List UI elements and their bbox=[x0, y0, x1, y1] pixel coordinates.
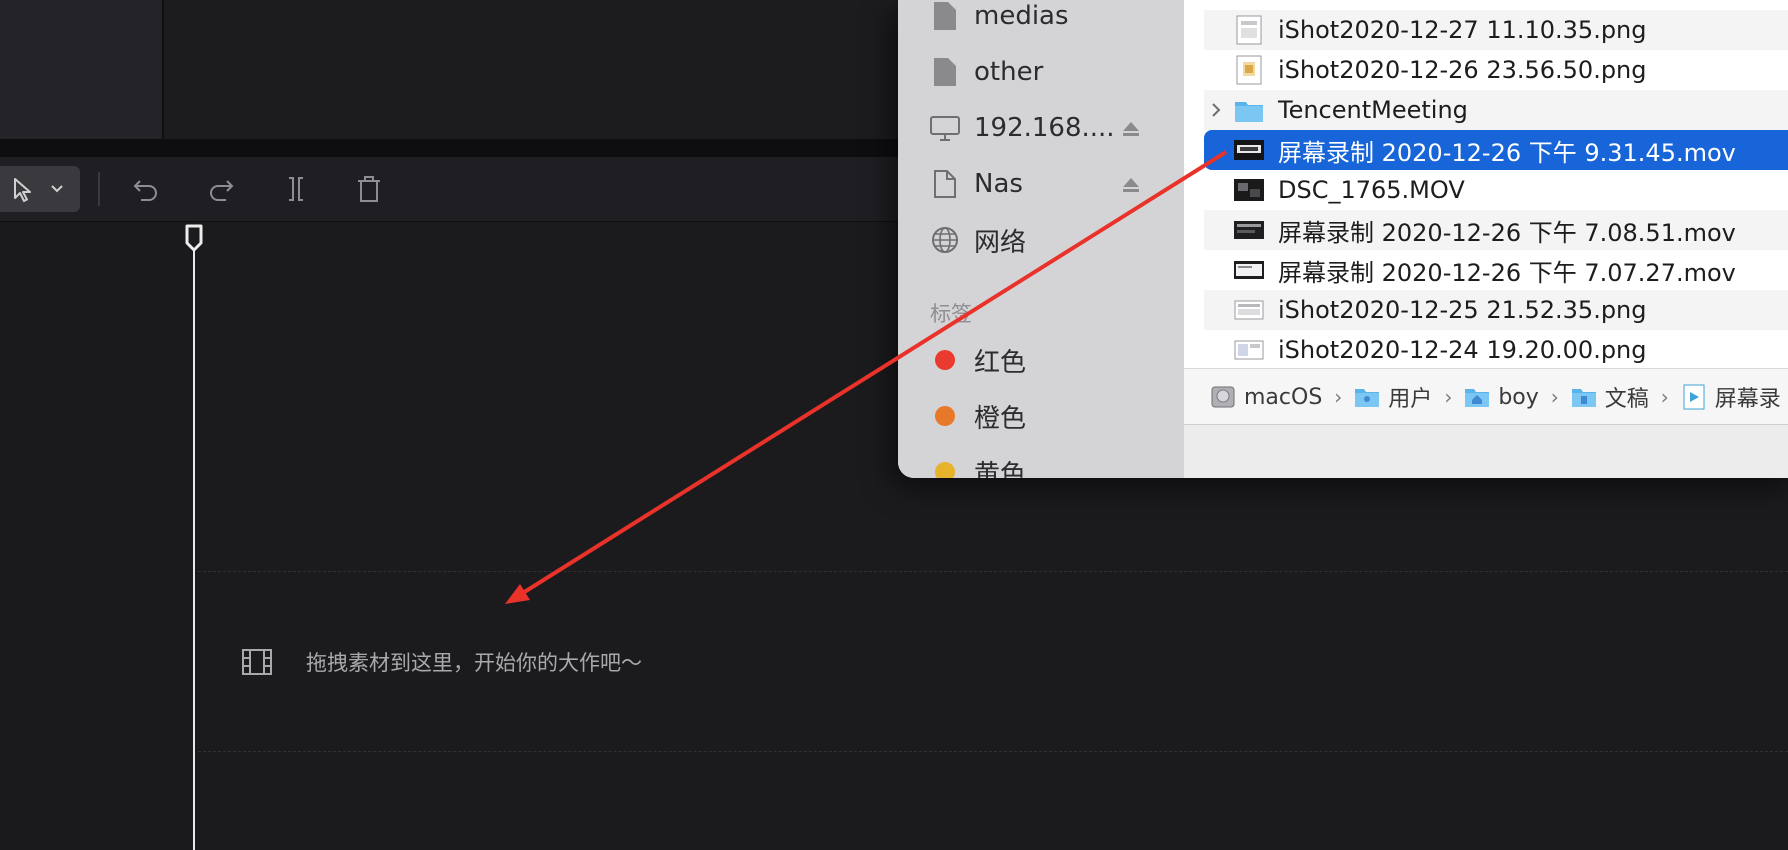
eject-icon[interactable] bbox=[1120, 174, 1142, 196]
folder-name: TencentMeeting bbox=[1278, 96, 1468, 124]
file-name: iShot2020-12-27 11.10.35.png bbox=[1278, 16, 1647, 44]
file-name: 屏幕录制 2020-12-26 下午 7.08.51.mov bbox=[1278, 218, 1736, 247]
file-name: iShot2020-12-25 21.52.35.png bbox=[1278, 296, 1647, 324]
folder-icon bbox=[1571, 389, 1596, 407]
path-separator: › bbox=[1444, 385, 1453, 409]
folder-icon bbox=[1355, 389, 1380, 407]
track-header-column bbox=[0, 222, 194, 850]
sidebar-item-network-share[interactable]: 192.168.... bbox=[928, 108, 1115, 148]
redo-button[interactable] bbox=[201, 169, 241, 209]
select-tool-button[interactable] bbox=[0, 166, 80, 212]
movie-file-icon bbox=[1683, 384, 1705, 410]
redo-icon bbox=[210, 180, 234, 201]
sidebar-item-other[interactable]: other bbox=[928, 52, 1043, 92]
undo-button[interactable] bbox=[126, 169, 166, 209]
list-item[interactable]: iShot2020-12-27 11.10.35.png bbox=[1204, 10, 1788, 50]
path-crumb-boy[interactable]: boy bbox=[1464, 384, 1539, 410]
movie-thumbnail-icon bbox=[1234, 221, 1264, 239]
film-icon bbox=[242, 649, 272, 675]
eject-icon[interactable] bbox=[1120, 118, 1142, 140]
orange-dot-icon bbox=[928, 399, 962, 433]
sidebar-item-label: other bbox=[974, 57, 1044, 87]
yellow-dot-icon bbox=[928, 455, 962, 478]
list-item[interactable]: 屏幕录制 2020-12-26 下午 7.08.51.mov bbox=[1204, 210, 1788, 250]
sidebar-item-label: 网络 bbox=[974, 227, 1027, 258]
tag-label: 橙色 bbox=[974, 403, 1027, 434]
sidebar-item-nas[interactable]: Nas bbox=[928, 164, 1023, 204]
path-separator: › bbox=[1550, 385, 1559, 409]
dialog-button-bar: 选择 bbox=[1184, 424, 1788, 478]
tag-label: 黄色 bbox=[974, 459, 1027, 479]
delete-icon bbox=[358, 176, 380, 202]
tag-label: 红色 bbox=[974, 347, 1027, 378]
pointer-icon bbox=[14, 178, 31, 202]
path-separator: › bbox=[1334, 385, 1343, 409]
tag-orange[interactable]: 橙色 bbox=[928, 396, 1026, 436]
path-crumb-documents[interactable]: 文稿 bbox=[1571, 381, 1649, 413]
document-outline-icon bbox=[928, 167, 962, 201]
tag-red[interactable]: 红色 bbox=[928, 340, 1026, 380]
sidebar-item-label: 192.168.... bbox=[974, 113, 1115, 143]
list-item[interactable]: TencentMeeting bbox=[1204, 90, 1788, 130]
tag-yellow[interactable]: 黄色 bbox=[928, 452, 1026, 478]
path-crumb-macos[interactable]: macOS bbox=[1210, 384, 1322, 410]
path-separator: › bbox=[1660, 385, 1669, 409]
home-folder-icon bbox=[1465, 389, 1490, 407]
list-item[interactable]: iShot2020-12-25 21.52.35.png bbox=[1204, 290, 1788, 330]
list-item[interactable]: iShot2020-12-24 19.20.00.png bbox=[1204, 330, 1788, 370]
png-file-icon bbox=[1234, 300, 1264, 320]
path-label: 文稿 bbox=[1604, 387, 1649, 412]
red-dot-icon bbox=[928, 343, 962, 377]
sidebar-item-label: Nas bbox=[974, 169, 1023, 199]
toolbar-separator bbox=[98, 172, 100, 206]
path-label: 用户 bbox=[1388, 387, 1433, 412]
delete-button[interactable] bbox=[349, 169, 389, 209]
chevron-down-icon[interactable] bbox=[50, 184, 64, 194]
split-icon bbox=[289, 177, 303, 201]
document-icon bbox=[928, 0, 962, 33]
file-name: 屏幕录制 2020-12-26 下午 7.07.27.mov bbox=[1278, 258, 1736, 287]
disk-icon bbox=[1211, 386, 1235, 408]
chevron-right-icon[interactable] bbox=[1204, 90, 1228, 130]
list-item[interactable]: DSC_1765.MOV bbox=[1204, 170, 1788, 210]
file-open-dialog: medias other 192.168.... Nas 网络 标签 红色 橙色… bbox=[898, 0, 1788, 478]
sidebar-item-network[interactable]: 网络 bbox=[928, 220, 1026, 260]
folder-icon bbox=[1235, 102, 1263, 122]
file-name: DSC_1765.MOV bbox=[1278, 176, 1465, 204]
path-crumb-users[interactable]: 用户 bbox=[1354, 381, 1432, 413]
tags-header: 标签 bbox=[930, 302, 972, 326]
png-file-icon bbox=[1234, 340, 1264, 360]
movie-thumbnail-icon bbox=[1234, 261, 1264, 279]
path-label: macOS bbox=[1244, 384, 1323, 410]
file-name: iShot2020-12-24 19.20.00.png bbox=[1278, 336, 1647, 364]
document-icon bbox=[928, 55, 962, 89]
drop-hint-text: 拖拽素材到这里，开始你的大作吧～ bbox=[306, 651, 642, 675]
media-panel bbox=[0, 0, 162, 139]
list-item-selected[interactable]: 屏幕录制 2020-12-26 下午 9.31.45.mov bbox=[1204, 130, 1788, 170]
png-file-icon bbox=[1236, 55, 1262, 85]
list-item[interactable]: iShot2020-12-26 23.56.50.png bbox=[1204, 50, 1788, 90]
file-name: iShot2020-12-26 23.56.50.png bbox=[1278, 56, 1647, 84]
list-item[interactable]: 屏幕录制 2020-12-26 下午 7.07.27.mov bbox=[1204, 250, 1788, 290]
sidebar-item-label: medias bbox=[974, 1, 1069, 31]
dialog-sidebar: medias other 192.168.... Nas 网络 标签 红色 橙色… bbox=[898, 0, 1184, 478]
monitor-icon bbox=[928, 111, 962, 145]
globe-icon bbox=[928, 223, 962, 257]
path-label: 屏幕录 bbox=[1714, 387, 1781, 412]
file-name: 屏幕录制 2020-12-26 下午 9.31.45.mov bbox=[1278, 138, 1736, 167]
playhead-line[interactable] bbox=[193, 248, 195, 850]
file-list[interactable]: iShot2020-12-27 11.10.35.png iShot2020-1… bbox=[1184, 0, 1788, 368]
movie-thumbnail-icon bbox=[1234, 140, 1264, 160]
path-crumb-file[interactable]: 屏幕录 bbox=[1681, 381, 1781, 413]
undo-icon bbox=[133, 180, 157, 201]
playhead-handle[interactable] bbox=[184, 224, 204, 252]
sidebar-item-medias[interactable]: medias bbox=[928, 0, 1069, 36]
movie-thumbnail-icon bbox=[1234, 179, 1264, 201]
path-bar: macOS › 用户 › boy › 文稿 › 屏幕录 bbox=[1184, 368, 1788, 425]
png-file-icon bbox=[1236, 15, 1262, 45]
split-button[interactable] bbox=[276, 169, 316, 209]
path-label: boy bbox=[1498, 384, 1539, 410]
